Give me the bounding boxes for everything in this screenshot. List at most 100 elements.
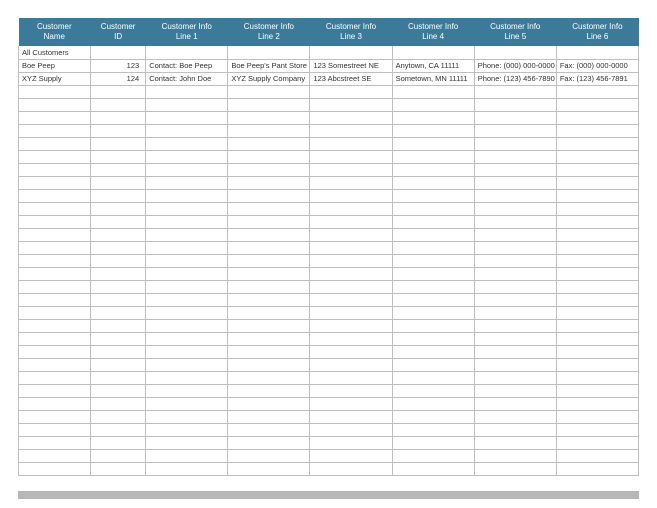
- table-cell[interactable]: Boe Peep: [19, 59, 91, 72]
- table-cell[interactable]: [556, 189, 638, 202]
- table-cell[interactable]: [91, 293, 146, 306]
- table-cell[interactable]: [310, 358, 392, 371]
- table-cell[interactable]: [19, 163, 91, 176]
- table-cell[interactable]: [146, 163, 228, 176]
- table-cell[interactable]: [310, 267, 392, 280]
- table-cell[interactable]: [556, 46, 638, 59]
- table-cell[interactable]: [228, 111, 310, 124]
- table-cell[interactable]: [146, 332, 228, 345]
- table-cell[interactable]: [392, 241, 474, 254]
- column-header[interactable]: Customer InfoLine 2: [228, 18, 310, 46]
- table-cell[interactable]: [91, 371, 146, 384]
- table-cell[interactable]: [474, 111, 556, 124]
- table-cell[interactable]: [310, 254, 392, 267]
- table-cell[interactable]: [556, 241, 638, 254]
- table-cell[interactable]: [556, 397, 638, 410]
- table-cell[interactable]: [228, 124, 310, 137]
- table-cell[interactable]: [228, 319, 310, 332]
- table-cell[interactable]: [146, 293, 228, 306]
- table-cell[interactable]: [19, 462, 91, 475]
- table-cell[interactable]: [556, 293, 638, 306]
- table-cell[interactable]: [392, 202, 474, 215]
- table-cell[interactable]: [310, 228, 392, 241]
- table-cell[interactable]: [146, 228, 228, 241]
- table-cell[interactable]: [228, 345, 310, 358]
- table-cell[interactable]: [392, 358, 474, 371]
- table-cell[interactable]: [146, 215, 228, 228]
- table-cell[interactable]: [91, 449, 146, 462]
- table-cell[interactable]: [91, 345, 146, 358]
- table-cell[interactable]: Phone: (000) 000-0000: [474, 59, 556, 72]
- table-cell[interactable]: [556, 280, 638, 293]
- table-cell[interactable]: [474, 384, 556, 397]
- table-cell[interactable]: [91, 410, 146, 423]
- table-cell[interactable]: [228, 280, 310, 293]
- table-cell[interactable]: [556, 163, 638, 176]
- table-cell[interactable]: [474, 332, 556, 345]
- table-cell[interactable]: [146, 137, 228, 150]
- table-cell[interactable]: [228, 228, 310, 241]
- table-cell[interactable]: [556, 124, 638, 137]
- table-cell[interactable]: [556, 332, 638, 345]
- column-header[interactable]: CustomerID: [91, 18, 146, 46]
- table-cell[interactable]: [91, 111, 146, 124]
- table-cell[interactable]: [146, 98, 228, 111]
- table-cell[interactable]: [228, 462, 310, 475]
- table-cell[interactable]: [474, 423, 556, 436]
- table-cell[interactable]: [556, 85, 638, 98]
- table-cell[interactable]: [228, 46, 310, 59]
- table-cell[interactable]: [228, 150, 310, 163]
- table-cell[interactable]: [146, 111, 228, 124]
- table-cell[interactable]: [310, 176, 392, 189]
- table-cell[interactable]: [556, 202, 638, 215]
- table-cell[interactable]: [310, 202, 392, 215]
- table-cell[interactable]: [556, 384, 638, 397]
- table-cell[interactable]: [228, 215, 310, 228]
- table-cell[interactable]: [556, 228, 638, 241]
- table-cell[interactable]: [556, 410, 638, 423]
- table-cell[interactable]: [19, 423, 91, 436]
- table-cell[interactable]: [228, 449, 310, 462]
- table-cell[interactable]: [392, 423, 474, 436]
- table-cell[interactable]: [228, 410, 310, 423]
- table-cell[interactable]: [19, 332, 91, 345]
- table-cell[interactable]: [310, 150, 392, 163]
- column-header[interactable]: Customer InfoLine 1: [146, 18, 228, 46]
- table-cell[interactable]: [91, 332, 146, 345]
- table-cell[interactable]: [310, 436, 392, 449]
- table-cell[interactable]: [556, 423, 638, 436]
- table-cell[interactable]: [146, 46, 228, 59]
- table-cell[interactable]: [91, 228, 146, 241]
- table-cell[interactable]: [146, 384, 228, 397]
- table-cell[interactable]: [474, 397, 556, 410]
- table-cell[interactable]: [19, 436, 91, 449]
- table-cell[interactable]: [146, 449, 228, 462]
- table-cell[interactable]: [310, 384, 392, 397]
- table-cell[interactable]: [310, 371, 392, 384]
- table-cell[interactable]: [146, 280, 228, 293]
- table-cell[interactable]: [474, 410, 556, 423]
- table-cell[interactable]: [228, 241, 310, 254]
- table-cell[interactable]: [392, 306, 474, 319]
- table-cell[interactable]: [556, 150, 638, 163]
- table-cell[interactable]: [91, 85, 146, 98]
- table-cell[interactable]: [146, 371, 228, 384]
- table-cell[interactable]: [228, 358, 310, 371]
- table-cell[interactable]: [392, 46, 474, 59]
- table-cell[interactable]: [19, 111, 91, 124]
- table-cell[interactable]: [19, 150, 91, 163]
- table-cell[interactable]: [392, 345, 474, 358]
- table-cell[interactable]: [91, 280, 146, 293]
- table-cell[interactable]: [146, 176, 228, 189]
- table-cell[interactable]: [310, 280, 392, 293]
- column-header[interactable]: Customer InfoLine 4: [392, 18, 474, 46]
- table-cell[interactable]: [556, 319, 638, 332]
- table-cell[interactable]: [310, 111, 392, 124]
- column-header[interactable]: Customer InfoLine 6: [556, 18, 638, 46]
- table-cell[interactable]: [19, 449, 91, 462]
- table-cell[interactable]: [146, 189, 228, 202]
- column-header[interactable]: Customer InfoLine 3: [310, 18, 392, 46]
- table-cell[interactable]: [474, 85, 556, 98]
- table-cell[interactable]: [91, 254, 146, 267]
- table-cell[interactable]: [556, 462, 638, 475]
